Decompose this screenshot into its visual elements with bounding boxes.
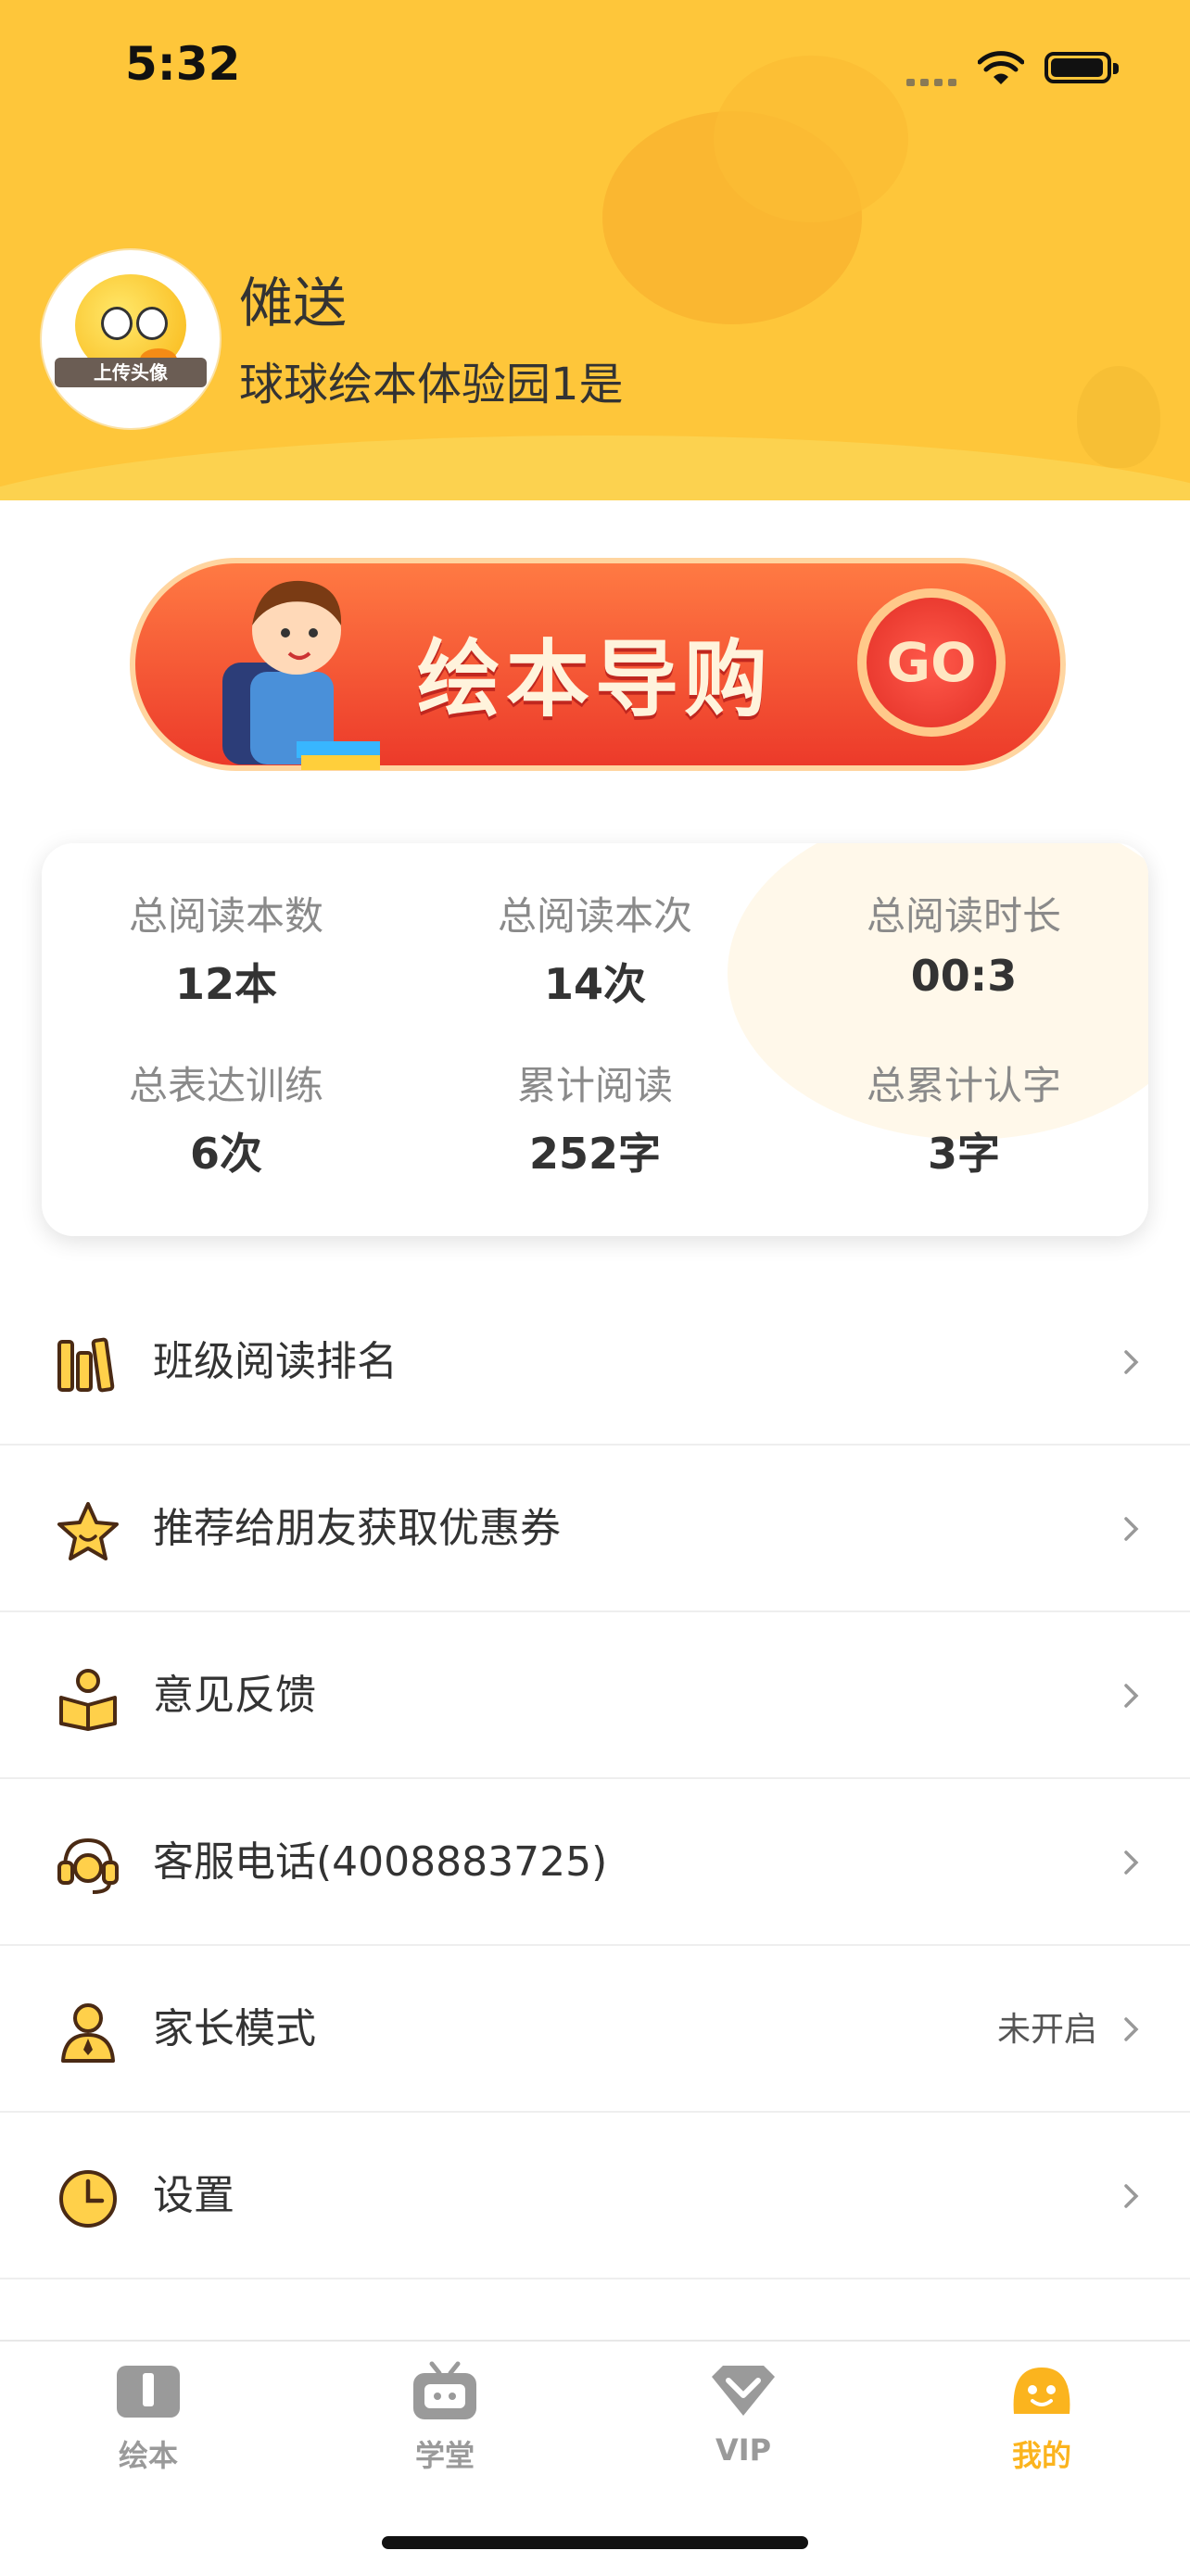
menu-label: 意见反馈 (153, 1672, 316, 1719)
stat-value: 6次 (189, 1129, 262, 1179)
settings-menu: 班级阅读排名 推荐给朋友获取优惠券 意见反馈 客服电话(4008883725) (0, 1279, 1190, 2279)
home-indicator[interactable] (382, 2536, 808, 2549)
upload-avatar-label[interactable]: 上传头像 (55, 358, 207, 387)
stat-value: 00:3 (910, 951, 1018, 1001)
wifi-icon (978, 51, 1024, 84)
tab-label: 我的 (1011, 2438, 1071, 2473)
username: 傩送 (239, 271, 348, 335)
stat-label: 总阅读本数 (128, 893, 323, 939)
avatar[interactable]: 上传头像 (42, 250, 220, 428)
menu-item-class-ranking[interactable]: 班级阅读排名 (0, 1279, 1190, 1446)
tab-vip[interactable]: VIP (669, 2360, 817, 2468)
books-icon (57, 1337, 115, 1393)
menu-item-settings[interactable]: 设置 (0, 2113, 1190, 2279)
menu-label: 客服电话(4008883725) (153, 1838, 608, 1886)
tab-label: 学堂 (414, 2438, 475, 2473)
stat-value: 14次 (543, 959, 646, 1009)
student-illustration-icon (222, 580, 380, 770)
stat-total-time: 总阅读时长 00:3 (779, 885, 1148, 1001)
headset-icon (57, 1837, 119, 1894)
avatar-eye (101, 307, 133, 340)
banner-title: 绘本导购 (417, 631, 773, 728)
stat-label: 总阅读时长 (866, 893, 1061, 939)
stat-value: 3字 (927, 1129, 1000, 1179)
chevron-right-icon (1124, 1517, 1139, 1541)
menu-item-customer-service[interactable]: 客服电话(4008883725) (0, 1779, 1190, 1946)
chevron-right-icon (1124, 2017, 1139, 2041)
chevron-right-icon (1124, 1850, 1139, 1875)
menu-label: 班级阅读排名 (153, 1338, 398, 1385)
go-button[interactable]: GO (857, 588, 1006, 737)
stat-value: 252字 (528, 1129, 662, 1179)
menu-item-parent-mode[interactable]: 家长模式 未开启 (0, 1946, 1190, 2113)
clock-icon (59, 2170, 117, 2228)
tab-picture-books[interactable]: 绘本 (74, 2360, 222, 2475)
stat-total-reads: 总阅读本次 14次 (411, 885, 779, 1012)
vip-icon (712, 2366, 775, 2416)
avatar-eye (136, 307, 168, 340)
signal-icon (906, 72, 962, 86)
status-bar: 5:32 (0, 0, 1190, 130)
menu-item-feedback[interactable]: 意见反馈 (0, 1612, 1190, 1779)
tab-mine[interactable]: 我的 (968, 2360, 1116, 2475)
menu-item-refer-friend[interactable]: 推荐给朋友获取优惠券 (0, 1446, 1190, 1612)
chevron-right-icon (1124, 1350, 1139, 1374)
stat-label: 总表达训练 (128, 1063, 323, 1108)
battery-icon (1044, 52, 1119, 83)
face-icon (1013, 2368, 1070, 2414)
stat-words-read: 累计阅读 252字 (411, 1054, 779, 1181)
stat-words-recognized: 总累计认字 3字 (779, 1054, 1148, 1181)
stat-value: 12本 (174, 959, 277, 1009)
tab-classroom[interactable]: 学堂 (371, 2360, 519, 2475)
menu-label: 设置 (153, 2172, 234, 2219)
menu-label: 家长模式 (153, 2005, 316, 2052)
header-hill (0, 436, 1190, 500)
status-time: 5:32 (125, 37, 241, 91)
menu-label: 推荐给朋友获取优惠券 (153, 1505, 561, 1552)
stat-expression-training: 总表达训练 6次 (42, 1054, 411, 1181)
stat-label: 累计阅读 (516, 1063, 673, 1108)
stat-label: 总阅读本次 (497, 893, 692, 939)
parent-icon (61, 2003, 115, 2063)
school-name: 球球绘本体验园1是 (239, 359, 624, 410)
tab-label: 绘本 (118, 2438, 178, 2473)
chevron-right-icon (1124, 2184, 1139, 2208)
stat-label: 总累计认字 (866, 1063, 1061, 1108)
parent-mode-status: 未开启 (996, 2011, 1097, 2049)
stat-total-books: 总阅读本数 12本 (42, 885, 411, 1012)
tree-decoration (1077, 366, 1160, 468)
star-icon (57, 1502, 119, 1560)
chevron-right-icon (1124, 1684, 1139, 1708)
tv-icon (413, 2361, 476, 2419)
reading-stats-card: 总阅读本数 12本 总阅读本次 14次 总阅读时长 00:3 总表达训练 6次 … (42, 843, 1148, 1236)
book-icon (117, 2366, 180, 2418)
tab-label: VIP (715, 2432, 772, 2468)
reading-icon (59, 1669, 117, 1731)
book-shopping-banner[interactable]: 绘本导购 GO (93, 547, 1094, 778)
